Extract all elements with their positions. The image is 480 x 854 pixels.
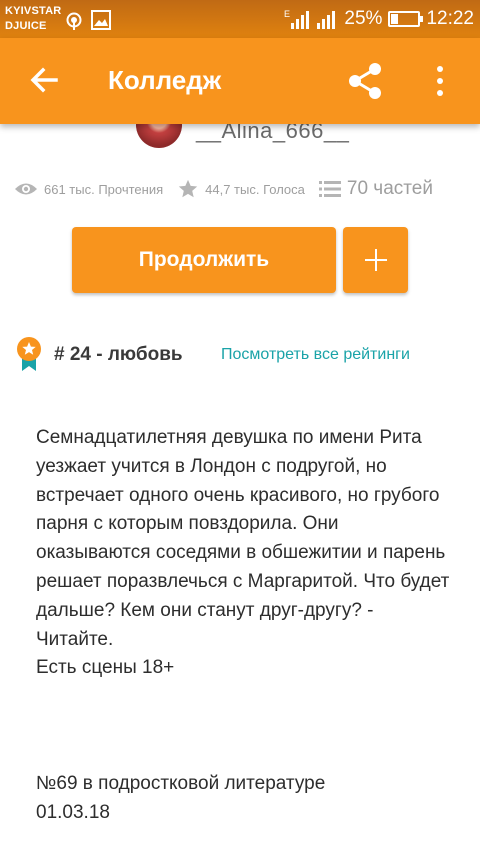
page-title: Колледж: [108, 65, 222, 95]
ranking-text: # 24 - любовь: [54, 344, 183, 365]
status-right: E 25% 12:22: [284, 6, 474, 32]
story-stats: 661 тыс. Прочтения 44,7 тыс. Голоса 70 ч…: [14, 176, 470, 202]
share-icon[interactable]: [344, 60, 386, 102]
star-icon: [178, 179, 198, 198]
carrier-line-1: KYIVSTAR: [5, 5, 62, 17]
story-description-extra: №69 в подростковой литературе 01.03.18: [36, 773, 326, 823]
continue-reading-button[interactable]: Продолжить: [72, 227, 336, 293]
votes-stat: 44,7 тыс. Голоса: [177, 178, 305, 200]
signal-e-icon: E: [284, 9, 310, 29]
reads-count: 661 тыс. Прочтения: [44, 181, 164, 197]
parts-stat[interactable]: 70 частей: [318, 178, 433, 200]
list-icon: [318, 181, 341, 197]
eye-icon: [15, 183, 37, 195]
battery-icon: [388, 11, 424, 27]
app-bar: Колледж: [0, 38, 480, 124]
ranking-badge-icon: [17, 337, 41, 371]
reads-stat: 661 тыс. Прочтения: [14, 181, 163, 197]
hotspot-icon: [66, 12, 82, 30]
add-to-library-button[interactable]: [343, 227, 408, 293]
parts-count[interactable]: 70 частей: [347, 178, 433, 200]
arrow-left-icon[interactable]: [26, 62, 62, 98]
story-description: Семнадцатилетняя девушка по имени Рита у…: [36, 427, 450, 679]
network-type: E: [284, 9, 290, 19]
gallery-icon: [91, 10, 111, 30]
signal-icon: [317, 11, 336, 29]
carrier-label: KYIVSTAR DJUICE: [5, 4, 61, 34]
clock: 12:22: [426, 8, 474, 29]
plus-icon: [364, 249, 387, 271]
ranking-row: # 24 - любовь Посмотреть все рейтинги: [14, 336, 474, 372]
votes-count: 44,7 тыс. Голоса: [205, 181, 305, 197]
carrier-line-2: DJUICE: [5, 20, 47, 32]
more-vertical-icon[interactable]: [428, 62, 452, 100]
view-all-rankings-link[interactable]: Посмотреть все рейтинги: [221, 346, 410, 364]
status-bar: KYIVSTAR DJUICE E 25% 12:22: [0, 0, 480, 38]
battery-percent: 25%: [344, 8, 383, 29]
